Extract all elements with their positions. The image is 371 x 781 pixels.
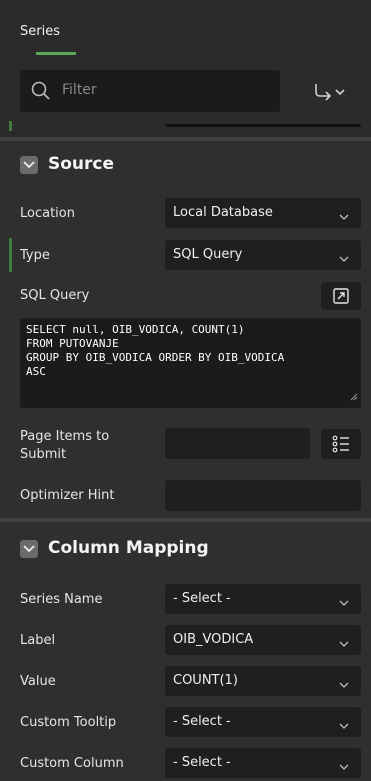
series-name-select[interactable]: - Select - <box>165 584 361 614</box>
page-items-label: Page Items to Submit <box>20 429 110 462</box>
left-accent-marker <box>9 238 12 272</box>
section-title: Source <box>48 154 115 174</box>
search-icon <box>30 80 52 106</box>
tab-series[interactable]: Series <box>20 24 60 39</box>
series-name-value: - Select - <box>173 591 231 606</box>
type-select[interactable]: SQL Query <box>165 240 361 270</box>
chevron-down-icon <box>339 636 349 651</box>
label-select[interactable]: OIB_VODICA <box>165 625 361 655</box>
resize-handle-icon[interactable] <box>350 391 358 405</box>
section-title: Column Mapping <box>48 538 209 558</box>
sql-query-textarea[interactable]: SELECT null, OIB_VODICA, COUNT(1) FROM P… <box>20 318 361 408</box>
type-value: SQL Query <box>173 247 243 262</box>
chevron-down-icon <box>339 759 349 774</box>
custom-column-value: - Select - <box>173 755 231 770</box>
filter-bar: Filter <box>0 56 371 130</box>
active-tab-indicator <box>36 52 76 55</box>
collapse-toggle-icon[interactable] <box>20 156 38 174</box>
optimizer-hint-label: Optimizer Hint <box>20 488 115 503</box>
chevron-down-icon <box>339 677 349 692</box>
value-value: COUNT(1) <box>173 673 238 688</box>
collapse-toggle-icon[interactable] <box>20 540 38 558</box>
optimizer-hint-field[interactable] <box>165 480 361 511</box>
type-label: Type <box>20 248 50 263</box>
label-value: OIB_VODICA <box>173 632 254 647</box>
custom-tooltip-label: Custom Tooltip <box>20 715 117 730</box>
sql-query-text: SELECT null, OIB_VODICA, COUNT(1) FROM P… <box>26 323 285 378</box>
custom-column-select[interactable]: - Select - <box>165 748 361 778</box>
tab-bar: Series <box>0 0 371 56</box>
location-value: Local Database <box>173 205 273 220</box>
value-select[interactable]: COUNT(1) <box>165 666 361 696</box>
custom-tooltip-select[interactable]: - Select - <box>165 707 361 737</box>
value-label: Value <box>20 674 56 689</box>
custom-column-label: Custom Column <box>20 756 124 771</box>
page-items-field[interactable] <box>165 428 310 459</box>
left-accent-marker <box>9 121 12 131</box>
custom-tooltip-value: - Select - <box>173 714 231 729</box>
list-picker-button[interactable] <box>321 429 361 459</box>
label-label: Label <box>20 633 56 648</box>
chevron-down-icon <box>339 595 349 610</box>
chevron-down-icon <box>339 718 349 733</box>
location-select[interactable]: Local Database <box>165 198 361 228</box>
filter-input[interactable]: Filter <box>20 70 280 112</box>
go-to-group-menu-button[interactable] <box>300 78 358 106</box>
chevron-down-icon <box>339 251 349 266</box>
location-label: Location <box>20 206 75 221</box>
filter-placeholder: Filter <box>62 82 97 98</box>
sql-query-label: SQL Query <box>20 288 90 303</box>
chevron-down-icon <box>339 209 349 224</box>
expand-code-editor-button[interactable] <box>321 282 361 310</box>
series-name-label: Series Name <box>20 592 103 607</box>
scroll-indicator <box>165 124 361 127</box>
